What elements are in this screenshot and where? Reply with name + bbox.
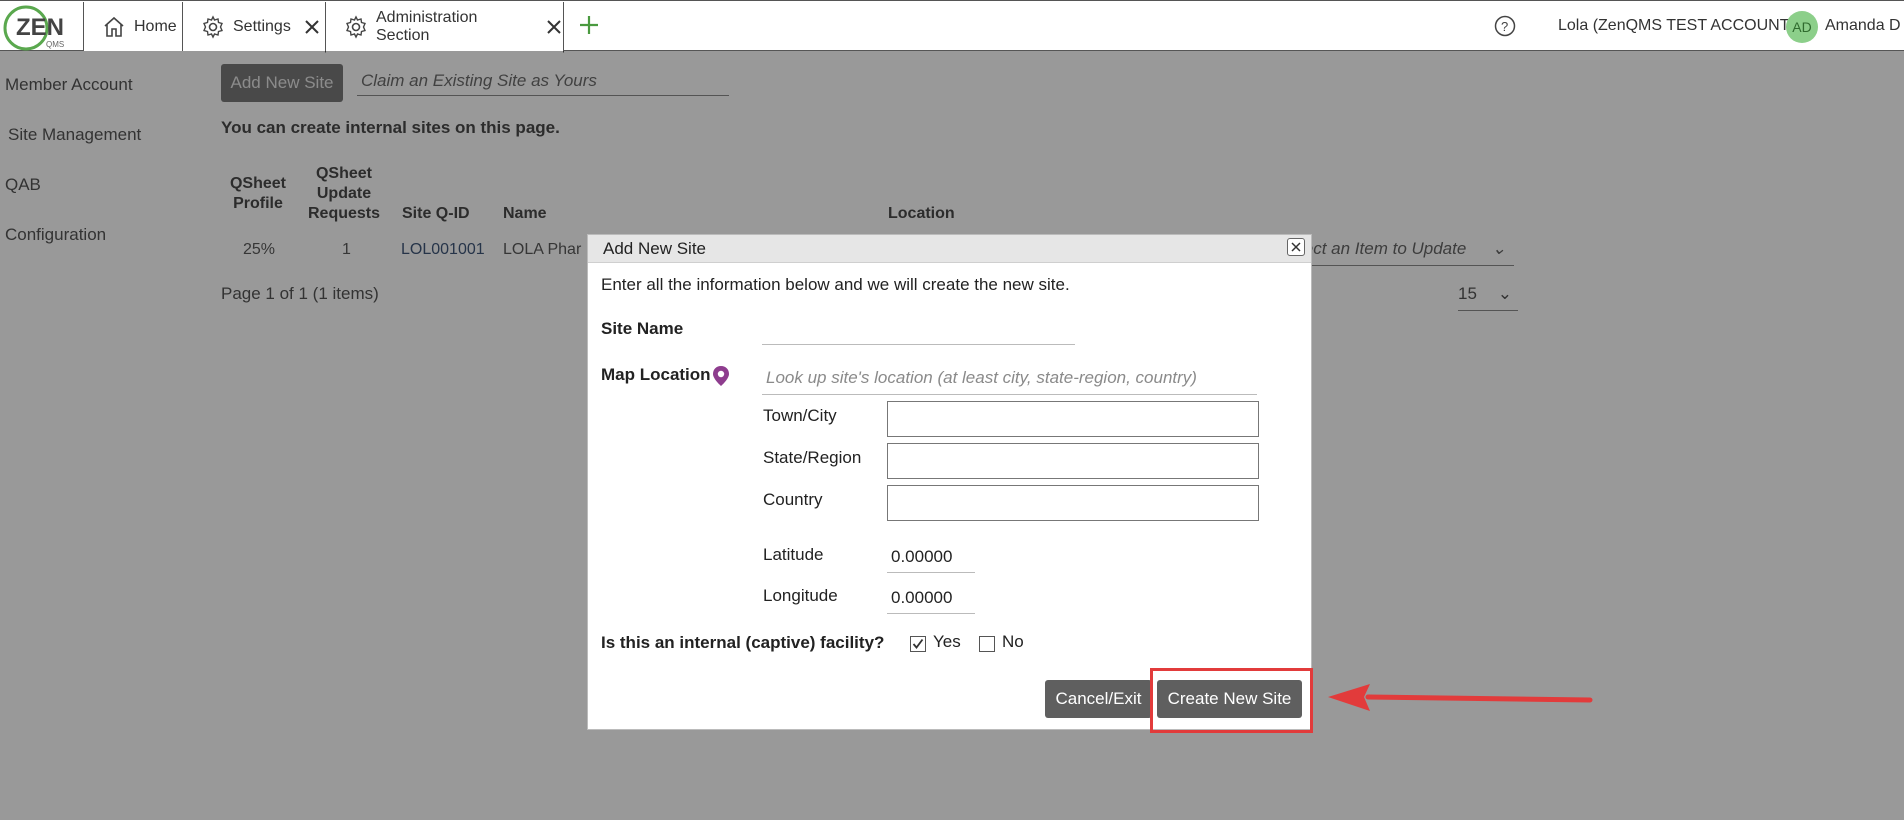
svg-text:QMS: QMS: [46, 40, 64, 49]
longitude-input[interactable]: [887, 582, 975, 614]
tab-administration-label: Administration Section: [376, 9, 478, 44]
avatar[interactable]: AD: [1786, 11, 1818, 43]
no-checkbox[interactable]: [979, 636, 995, 652]
town-city-input[interactable]: [887, 401, 1259, 437]
dialog-header: Add New Site: [588, 235, 1311, 263]
yes-label[interactable]: Yes: [933, 632, 961, 652]
map-location-search-input[interactable]: [762, 361, 1257, 395]
svg-text:?: ?: [1501, 19, 1508, 34]
longitude-label: Longitude: [763, 586, 838, 605]
country-label: Country: [763, 490, 823, 509]
map-location-label: Map Location: [601, 365, 711, 384]
account-name[interactable]: Lola (ZenQMS TEST ACCOUNT): [1558, 17, 1795, 35]
country-input[interactable]: [887, 485, 1259, 521]
close-dialog-icon[interactable]: [1287, 238, 1305, 256]
gear-icon: [344, 15, 368, 39]
user-name[interactable]: Amanda D: [1825, 17, 1901, 35]
add-tab-plus-icon[interactable]: [577, 13, 601, 37]
latitude-input[interactable]: [887, 541, 975, 573]
tab-home[interactable]: Home: [83, 2, 182, 51]
arrow-annotation: [1320, 680, 1595, 720]
yes-checkbox[interactable]: [910, 636, 926, 652]
state-region-label: State/Region: [763, 448, 862, 467]
svg-text:ZEN: ZEN: [16, 14, 64, 41]
tab-settings[interactable]: Settings: [182, 2, 325, 51]
map-pin-icon[interactable]: [712, 365, 730, 387]
zenqms-logo[interactable]: ZEN QMS: [2, 3, 70, 51]
dialog-title: Add New Site: [603, 239, 706, 258]
dialog-instructions: Enter all the information below and we w…: [601, 275, 1070, 294]
add-new-site-dialog: Add New Site Enter all the information b…: [587, 234, 1312, 730]
site-name-input[interactable]: [762, 315, 1075, 345]
state-region-input[interactable]: [887, 443, 1259, 479]
highlight-box: [1150, 668, 1313, 733]
tab-settings-label: Settings: [233, 17, 291, 35]
gear-icon: [201, 14, 225, 39]
captive-facility-question: Is this an internal (captive) facility?: [601, 633, 885, 652]
close-tab-administration-icon[interactable]: [545, 18, 563, 36]
tab-home-label: Home: [134, 17, 177, 35]
help-icon[interactable]: ?: [1494, 15, 1516, 37]
top-bar: ZEN QMS Home Settings Administration Sec…: [0, 0, 1904, 53]
town-city-label: Town/City: [763, 406, 837, 425]
no-label[interactable]: No: [1002, 632, 1024, 652]
close-tab-settings-icon[interactable]: [303, 18, 321, 36]
site-name-label: Site Name: [601, 319, 684, 338]
latitude-label: Latitude: [763, 545, 824, 564]
home-icon: [102, 15, 126, 39]
tab-administration-section[interactable]: Administration Section: [325, 2, 564, 53]
cancel-exit-button[interactable]: Cancel/Exit: [1045, 680, 1152, 718]
